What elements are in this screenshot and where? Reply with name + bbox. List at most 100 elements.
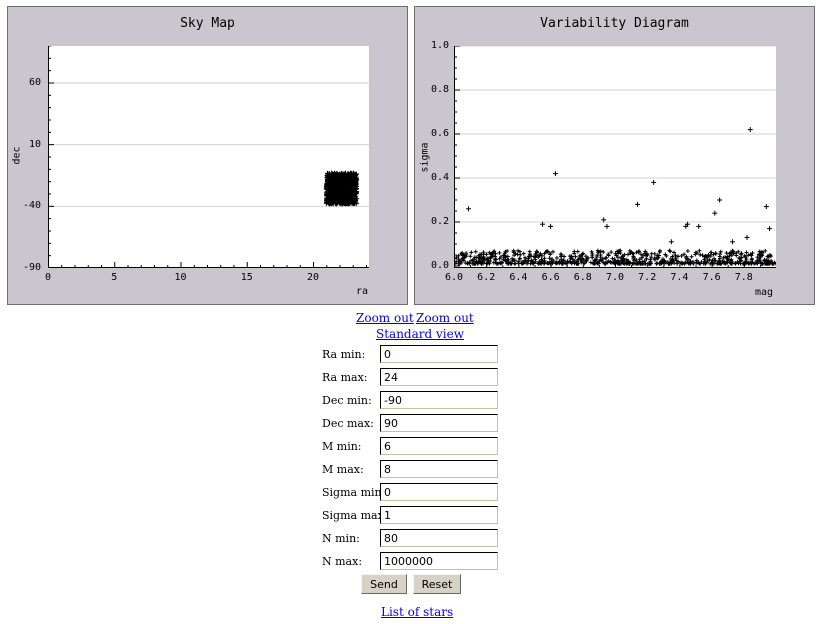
variability-x-tick-label: 6.0 bbox=[444, 272, 464, 283]
zoom-out-sky-map-link[interactable]: Zoom out bbox=[356, 311, 414, 325]
sky-map-y-tick-label: -40 bbox=[22, 200, 41, 212]
field-label: Sigma min: bbox=[322, 486, 386, 499]
sky-map-x-tick-label: 20 bbox=[306, 272, 320, 283]
sky-map-x-tick-label: 10 bbox=[174, 272, 187, 283]
field-input[interactable] bbox=[380, 368, 498, 386]
variability-point bbox=[601, 250, 606, 255]
variability-point bbox=[469, 250, 474, 255]
variability-point bbox=[497, 250, 502, 255]
variability-outlier-point bbox=[712, 210, 718, 216]
variability-x-tick-label: 6.8 bbox=[573, 272, 592, 283]
variability-chart bbox=[454, 46, 776, 268]
variability-outlier-point bbox=[696, 223, 702, 229]
variability-point bbox=[718, 249, 723, 254]
variability-x-tick-label: 6.4 bbox=[509, 272, 528, 283]
field-input[interactable] bbox=[380, 506, 498, 524]
variability-point bbox=[515, 248, 520, 253]
field-label: N max: bbox=[322, 555, 363, 568]
field-label: Dec min: bbox=[322, 394, 372, 407]
variability-y-tick-label: 0.8 bbox=[430, 84, 449, 95]
variability-outlier-point bbox=[552, 171, 558, 177]
variability-outlier-point bbox=[465, 206, 471, 212]
sky-map-y-tick-label: 60 bbox=[28, 77, 41, 88]
variability-point bbox=[523, 255, 528, 260]
variability-outlier-point bbox=[767, 226, 773, 232]
variability-x-tick-label: 7.4 bbox=[670, 272, 689, 283]
sky-map-x-tick-label: 0 bbox=[44, 272, 52, 283]
variability-point bbox=[667, 248, 672, 253]
sky-map-chart bbox=[48, 46, 369, 268]
variability-x-tick-label: 7.2 bbox=[638, 272, 657, 283]
variability-point bbox=[709, 250, 714, 255]
variability-y-tick-label: 0.4 bbox=[430, 172, 449, 183]
list-of-stars-link[interactable]: List of stars bbox=[381, 605, 453, 619]
field-label: Ra min: bbox=[322, 348, 366, 361]
form-row: Ra min: bbox=[322, 345, 502, 365]
field-input[interactable] bbox=[380, 483, 498, 501]
field-input[interactable] bbox=[380, 529, 498, 547]
variability-outlier-point bbox=[744, 234, 750, 240]
variability-x-tick-label: 7.0 bbox=[605, 272, 625, 283]
variability-point bbox=[655, 261, 660, 266]
variability-point bbox=[668, 249, 673, 254]
variability-point bbox=[724, 251, 729, 256]
sky-map-y-tick-label: -90 bbox=[22, 262, 41, 273]
variability-outlier-point bbox=[717, 197, 723, 203]
variability-point bbox=[713, 251, 718, 256]
sky-map-x-tick-label: 5 bbox=[111, 272, 118, 283]
variability-outlier-point bbox=[604, 223, 610, 229]
standard-view-link[interactable]: Standard view bbox=[376, 327, 464, 341]
variability-point bbox=[554, 255, 559, 260]
variability-ylabel: sigma bbox=[419, 142, 431, 173]
variability-plot-area[interactable] bbox=[454, 46, 776, 268]
variability-outlier-point bbox=[668, 239, 674, 245]
variability-outlier-point bbox=[548, 223, 554, 229]
variability-outlier-point bbox=[763, 204, 769, 210]
form-row: M max: bbox=[322, 460, 502, 480]
field-input[interactable] bbox=[380, 391, 498, 409]
variability-outlier-point bbox=[651, 179, 657, 185]
send-button[interactable]: Send bbox=[361, 574, 407, 594]
variability-x-tick-label: 7.8 bbox=[734, 272, 753, 283]
field-input[interactable] bbox=[380, 552, 498, 570]
variability-point bbox=[521, 251, 526, 256]
variability-x-tick-label: 6.6 bbox=[541, 272, 560, 283]
field-input[interactable] bbox=[380, 460, 498, 478]
variability-outlier-point bbox=[730, 239, 736, 245]
field-input[interactable] bbox=[380, 414, 498, 432]
variability-point bbox=[609, 250, 614, 255]
sky-map-plot-area[interactable] bbox=[48, 46, 369, 268]
variability-outlier-point bbox=[747, 127, 753, 133]
variability-x-tick-label: 7.6 bbox=[702, 272, 721, 283]
form-row: Ra max: bbox=[322, 368, 502, 388]
variability-point bbox=[468, 254, 473, 259]
variability-point bbox=[575, 249, 580, 254]
variability-point bbox=[589, 249, 594, 254]
variability-y-tick-label: 0.0 bbox=[430, 260, 449, 271]
variability-point bbox=[473, 249, 478, 254]
variability-y-tick-label: 0.2 bbox=[430, 216, 449, 227]
variability-x-tick-label: 6.2 bbox=[477, 272, 496, 283]
sky-map-xlabel: ra bbox=[356, 286, 369, 297]
field-label: M min: bbox=[322, 440, 362, 453]
reset-button[interactable]: Reset bbox=[413, 574, 461, 594]
field-input[interactable] bbox=[380, 437, 498, 455]
field-label: M max: bbox=[322, 463, 364, 476]
variability-y-tick-label: 1.0 bbox=[430, 40, 449, 51]
form-row: N max: bbox=[322, 552, 502, 572]
variability-y-tick-label: 0.6 bbox=[430, 128, 449, 139]
zoom-out-variability-link[interactable]: Zoom out bbox=[416, 311, 474, 325]
form-row: Sigma max: bbox=[322, 506, 502, 526]
form-row: M min: bbox=[322, 437, 502, 457]
variability-point bbox=[697, 248, 702, 253]
variability-point bbox=[689, 254, 694, 259]
sky-map-y-tick-label: 10 bbox=[28, 138, 41, 150]
form-row: Dec min: bbox=[322, 391, 502, 411]
field-label: N min: bbox=[322, 532, 360, 545]
variability-title: Variability Diagram bbox=[540, 16, 689, 31]
variability-point bbox=[518, 252, 523, 257]
field-label: Dec max: bbox=[322, 417, 374, 430]
form-row: Sigma min: bbox=[322, 483, 502, 503]
field-input[interactable] bbox=[380, 345, 498, 363]
form-row: N min: bbox=[322, 529, 502, 549]
